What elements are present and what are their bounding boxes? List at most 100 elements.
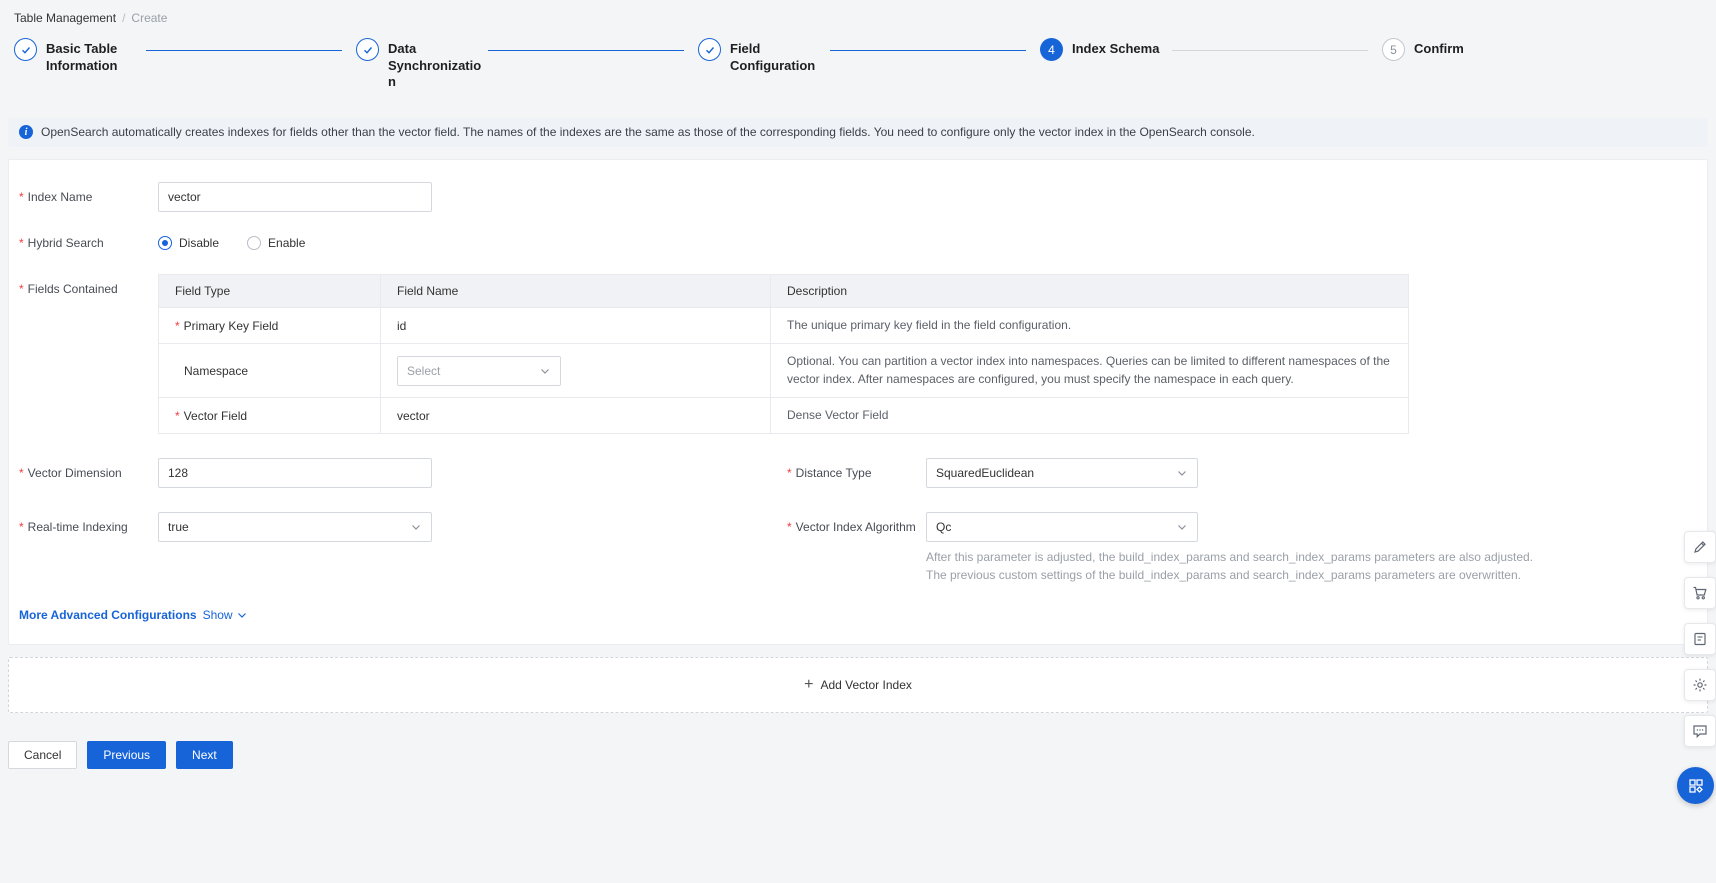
step-wizard: Basic Table Information Data Synchroniza… [14,38,1508,91]
vector-field-description: Dense Vector Field [771,398,1409,434]
step-basic-table-information[interactable]: Basic Table Information [14,38,140,74]
step-connector-3 [830,50,1026,51]
footer-actions: Cancel Previous Next [8,741,1708,769]
breadcrumb-create: Create [131,11,167,25]
step-field-configuration[interactable]: Field Configuration [698,38,824,74]
distance-type-label: *Distance Type [787,466,926,480]
index-name-input[interactable] [158,182,432,212]
info-banner: i OpenSearch automatically creates index… [8,118,1708,147]
hybrid-search-label: *Hybrid Search [19,236,158,250]
chevron-down-icon [410,521,422,533]
step-4-number-circle: 4 [1040,38,1063,61]
add-vector-index-button[interactable]: + Add Vector Index [8,657,1708,713]
namespace-field-type: Namespace [159,344,381,398]
header-field-name: Field Name [381,274,771,307]
radio-checked-icon[interactable] [158,236,172,250]
vector-dimension-label: *Vector Dimension [19,466,158,480]
more-advanced-toggle[interactable]: Show [203,608,248,622]
info-icon: i [19,125,33,139]
vector-index-algorithm-value: Qc [936,520,951,534]
primary-key-field-name: id [381,307,771,343]
primary-key-description: The unique primary key field in the fiel… [771,307,1409,343]
floating-toolbar [1684,531,1716,747]
step-5-number-circle: 5 [1382,38,1405,61]
header-description: Description [771,274,1409,307]
check-icon [704,44,716,56]
step-connector-4 [1172,50,1368,51]
console-apps-fab[interactable] [1677,767,1714,804]
table-row-vector-field: *Vector Field vector Dense Vector Field [159,398,1409,434]
fields-table-header-row: Field Type Field Name Description [159,274,1409,307]
plus-icon: + [804,677,813,693]
vector-dimension-input[interactable] [158,458,432,488]
vector-index-algorithm-group: Qc After this parameter is adjusted, the… [926,512,1534,584]
distance-type-select[interactable]: SquaredEuclidean [926,458,1198,488]
chevron-down-icon [1176,467,1188,479]
add-vector-index-label: Add Vector Index [820,678,911,692]
hybrid-search-disable-option[interactable]: Disable [158,236,219,250]
step-2-check-circle [356,38,379,61]
next-button[interactable]: Next [176,741,233,769]
step-1-check-circle [14,38,37,61]
realtime-indexing-select[interactable]: true [158,512,432,542]
step-data-synchronization[interactable]: Data Synchronization [356,38,482,91]
table-row-namespace: Namespace Select Optional. You can parti… [159,344,1409,398]
hybrid-search-disable-label: Disable [179,236,219,250]
chevron-down-icon [539,365,551,377]
realtime-indexing-label: *Real-time Indexing [19,512,158,534]
namespace-field-name-cell: Select [381,344,771,398]
more-advanced-configurations-link[interactable]: More Advanced Configurations Show [19,608,1707,622]
previous-button[interactable]: Previous [87,741,166,769]
breadcrumb: Table Management / Create [0,0,1716,25]
check-icon [362,44,374,56]
vector-field-type: *Vector Field [159,398,381,434]
fields-contained-row: *Fields Contained Field Type Field Name … [19,274,1707,435]
fields-contained-label: *Fields Contained [19,274,158,296]
step-4-label: Index Schema [1072,38,1166,58]
breadcrumb-table-management[interactable]: Table Management [14,11,116,25]
hybrid-search-row: *Hybrid Search Disable Enable [19,236,1707,250]
feedback-chat-icon[interactable] [1684,715,1716,747]
vector-field-name: vector [381,398,771,434]
step-connector-1 [146,50,342,51]
cart-icon[interactable] [1684,577,1716,609]
vector-index-algorithm-note: After this parameter is adjusted, the bu… [926,549,1534,584]
ticket-icon[interactable] [1684,623,1716,655]
chevron-down-icon [1176,521,1188,533]
edit-icon[interactable] [1684,531,1716,563]
realtime-algorithm-row: *Real-time Indexing true *Vector Index A… [19,512,1707,584]
step-2-label: Data Synchronization [388,38,482,91]
namespace-select[interactable]: Select [397,356,561,386]
step-1-label: Basic Table Information [46,38,140,74]
step-index-schema[interactable]: 4 Index Schema [1040,38,1166,61]
chevron-down-icon [236,609,248,621]
table-row-primary-key: *Primary Key Field id The unique primary… [159,307,1409,343]
hybrid-search-enable-option[interactable]: Enable [247,236,305,250]
namespace-select-placeholder: Select [407,364,440,378]
hybrid-search-enable-label: Enable [268,236,305,250]
index-schema-form-card: *Index Name *Hybrid Search Disable Enabl… [8,159,1708,645]
dimension-distance-row: *Vector Dimension *Distance Type Squared… [19,458,1707,488]
index-name-label: *Index Name [19,190,158,204]
radio-unchecked-icon[interactable] [247,236,261,250]
primary-key-field-type: *Primary Key Field [159,307,381,343]
settings-gear-icon[interactable] [1684,669,1716,701]
breadcrumb-separator: / [122,11,125,25]
console-apps-icon [1687,777,1705,795]
index-name-row: *Index Name [19,182,1707,212]
step-3-label: Field Configuration [730,38,824,74]
hybrid-search-radio-group: Disable Enable [158,236,305,250]
realtime-indexing-value: true [168,520,189,534]
cancel-button[interactable]: Cancel [8,741,77,769]
step-connector-2 [488,50,684,51]
header-field-type: Field Type [159,274,381,307]
info-banner-text: OpenSearch automatically creates indexes… [41,125,1255,139]
namespace-description: Optional. You can partition a vector ind… [771,344,1409,398]
more-advanced-label: More Advanced Configurations [19,608,197,622]
check-icon [20,44,32,56]
step-3-check-circle [698,38,721,61]
step-5-label: Confirm [1414,38,1508,58]
vector-index-algorithm-select[interactable]: Qc [926,512,1198,542]
distance-type-value: SquaredEuclidean [936,466,1034,480]
step-confirm[interactable]: 5 Confirm [1382,38,1508,61]
